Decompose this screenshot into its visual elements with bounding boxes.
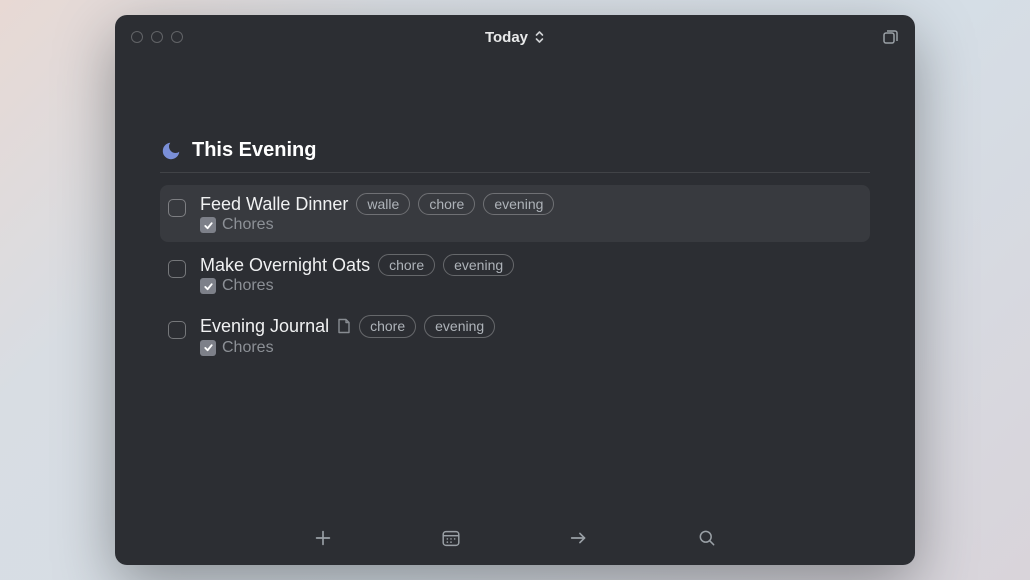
task-tag[interactable]: chore — [378, 254, 435, 276]
section-header: This Evening — [160, 139, 870, 173]
task-row[interactable]: Evening Journal chore evening Chores — [160, 307, 870, 364]
task-tag[interactable]: evening — [483, 193, 554, 215]
task-tag[interactable]: evening — [443, 254, 514, 276]
task-body: Evening Journal chore evening Chores — [200, 315, 858, 356]
area-check-icon — [200, 340, 216, 356]
task-body: Make Overnight Oats chore evening Chores — [200, 254, 858, 295]
area-check-icon — [200, 217, 216, 233]
task-tag[interactable]: chore — [418, 193, 475, 215]
moon-icon — [160, 140, 182, 162]
zoom-window-button[interactable] — [171, 31, 183, 43]
minimize-window-button[interactable] — [151, 31, 163, 43]
task-area: Chores — [222, 216, 274, 234]
move-button[interactable] — [565, 524, 593, 552]
new-task-button[interactable] — [309, 524, 337, 552]
task-area: Chores — [222, 339, 274, 357]
task-checkbox[interactable] — [168, 321, 186, 339]
calendar-button[interactable] — [437, 524, 465, 552]
task-tag[interactable]: evening — [424, 315, 495, 337]
multi-window-button[interactable] — [881, 28, 899, 46]
chevron-up-down-icon — [534, 30, 545, 44]
bottom-toolbar — [115, 511, 915, 565]
task-title-line: Feed Walle Dinner walle chore evening — [200, 193, 858, 215]
view-selector[interactable]: Today — [485, 29, 545, 46]
task-area-line: Chores — [200, 216, 858, 234]
task-row[interactable]: Feed Walle Dinner walle chore evening Chores — [160, 185, 870, 242]
search-button[interactable] — [693, 524, 721, 552]
close-window-button[interactable] — [131, 31, 143, 43]
task-list: Feed Walle Dinner walle chore evening Chores… — [160, 185, 870, 365]
task-checkbox[interactable] — [168, 199, 186, 217]
task-area-line: Chores — [200, 277, 858, 295]
section-title: This Evening — [192, 139, 316, 162]
task-area: Chores — [222, 277, 274, 295]
task-body: Feed Walle Dinner walle chore evening Chores — [200, 193, 858, 234]
task-tag[interactable]: walle — [356, 193, 410, 215]
task-tag[interactable]: chore — [359, 315, 416, 337]
traffic-lights — [131, 31, 183, 43]
task-title: Feed Walle Dinner — [200, 194, 348, 215]
task-title-line: Evening Journal chore evening — [200, 315, 858, 337]
note-icon — [337, 318, 351, 334]
task-checkbox[interactable] — [168, 260, 186, 278]
titlebar: Today — [115, 15, 915, 59]
window-title: Today — [485, 29, 528, 46]
app-window: Today This Ev — [115, 15, 915, 565]
area-check-icon — [200, 278, 216, 294]
main-content: This Evening Feed Walle Dinner walle chore… — [115, 59, 915, 511]
task-row[interactable]: Make Overnight Oats chore evening Chores — [160, 246, 870, 303]
task-title-line: Make Overnight Oats chore evening — [200, 254, 858, 276]
task-area-line: Chores — [200, 339, 858, 357]
task-title: Make Overnight Oats — [200, 255, 370, 276]
task-title: Evening Journal — [200, 316, 329, 337]
